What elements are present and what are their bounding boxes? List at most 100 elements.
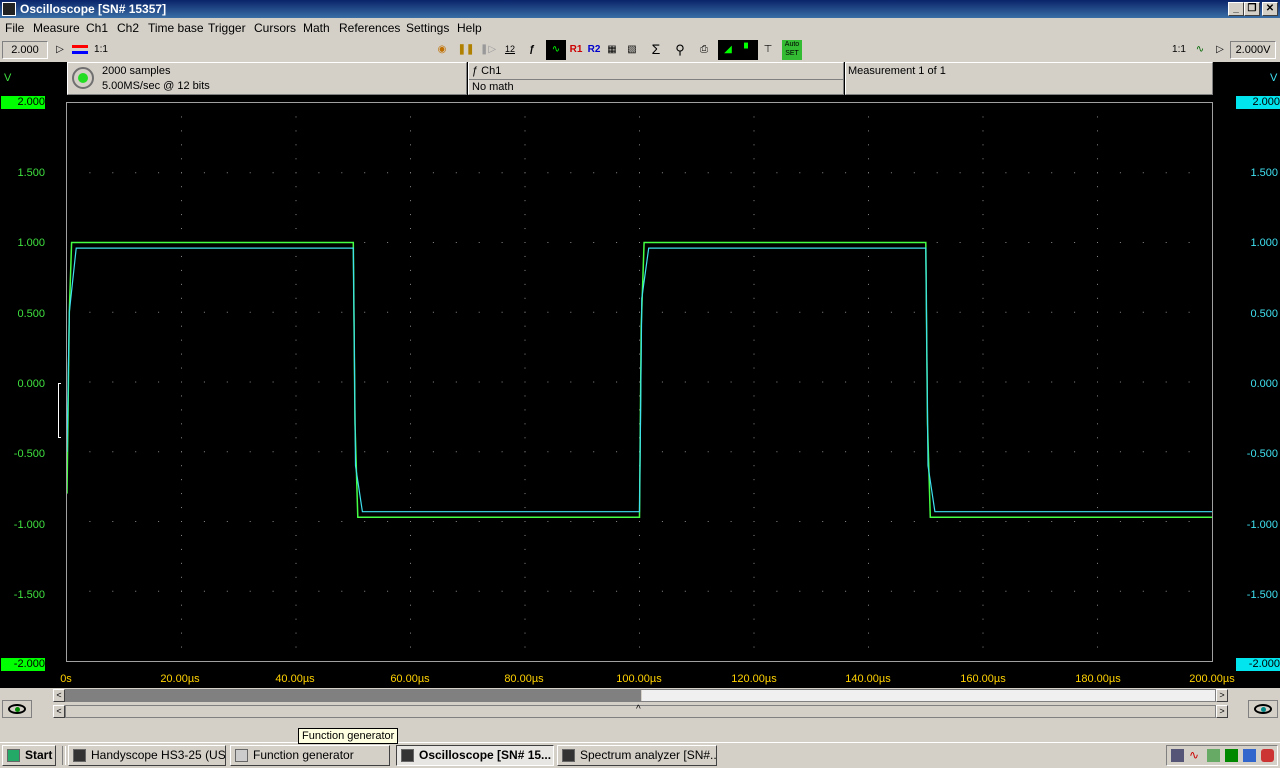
print-icon[interactable]: ⎙ [694, 40, 714, 60]
channel-display-icon[interactable]: ∿ [546, 40, 566, 60]
menu-math[interactable]: Math [303, 21, 330, 35]
reference-2-button[interactable]: R2 [584, 40, 604, 60]
record-icon[interactable]: ◉ [432, 40, 452, 60]
task-spectrum-analyzer[interactable]: Spectrum analyzer [SN#... [557, 745, 717, 766]
battery-icon[interactable] [1225, 749, 1238, 762]
y-tick-right: 0.000 [1250, 378, 1278, 390]
scroll-right-arrow[interactable]: > [1216, 689, 1228, 702]
grid-dot [181, 604, 182, 606]
grid-dot [799, 521, 801, 522]
menu-ch2[interactable]: Ch2 [117, 21, 139, 35]
zoom-right-arrow[interactable]: > [1216, 705, 1228, 718]
grid-dot [890, 521, 892, 522]
menu-help[interactable]: Help [457, 21, 482, 35]
menu-settings[interactable]: Settings [406, 21, 449, 35]
y-top-label-right[interactable]: 2.000 [1236, 96, 1280, 109]
grid-dot [570, 311, 572, 313]
y-top-label-left[interactable]: 2.000 [1, 96, 45, 109]
xy-mode-icon[interactable]: ▦ [602, 40, 622, 60]
taskbar: Start Handyscope HS3-25 (US... Function … [0, 742, 1280, 768]
menu-cursors[interactable]: Cursors [254, 21, 296, 35]
ch1-color-icon[interactable] [70, 40, 90, 60]
scroll-left-arrow[interactable]: < [53, 689, 65, 702]
grid-dot [593, 172, 595, 174]
signal-icon[interactable]: ∿ [1189, 749, 1202, 762]
task-handyscope[interactable]: Handyscope HS3-25 (US... [68, 745, 226, 766]
grid-dot [661, 451, 663, 453]
marker-icon[interactable]: ⊤ [758, 40, 778, 60]
grid-dot [1188, 381, 1190, 383]
start-button[interactable]: Start [2, 745, 56, 766]
grid-dot [203, 381, 205, 383]
grid-dot [593, 451, 595, 453]
grid-dot [524, 200, 526, 202]
menu-file[interactable]: File [5, 21, 24, 35]
y-bottom-label-left[interactable]: -2.000 [1, 658, 45, 671]
network-icon[interactable] [1171, 749, 1184, 762]
grid-dot [639, 228, 640, 230]
task-oscilloscope[interactable]: Oscilloscope [SN# 15... [396, 745, 554, 766]
security-shield-icon[interactable] [1261, 749, 1274, 762]
time-scrollbar[interactable] [65, 689, 1216, 702]
minimize-button[interactable]: _ [1228, 2, 1244, 16]
record-length-icon[interactable]: 12 [500, 40, 520, 60]
ch2-trigger-icon[interactable]: ▷ [1210, 40, 1230, 60]
ch2-coupling-icon[interactable]: ∿ [1190, 40, 1210, 60]
menu-ch1[interactable]: Ch1 [86, 21, 108, 35]
grid-dot [982, 214, 984, 216]
grid-dot [547, 242, 549, 243]
menu-time-base[interactable]: Time base [148, 21, 204, 35]
app-icon[interactable] [2, 2, 16, 16]
close-button[interactable]: ✕ [1262, 2, 1278, 16]
grid-dot [639, 367, 640, 369]
menu-bar: File Measure Ch1 Ch2 Time base Trigger C… [0, 18, 1280, 38]
grid-dot [181, 590, 182, 592]
plot-area[interactable] [66, 102, 1213, 662]
task-function-generator[interactable]: Function generator [230, 745, 390, 766]
menu-trigger[interactable]: Trigger [208, 21, 246, 35]
usb-icon[interactable] [1207, 749, 1220, 762]
pause-icon[interactable]: ❚❚ [456, 40, 476, 60]
eye-right-icon[interactable] [1248, 700, 1278, 718]
ch1-trigger-icon[interactable]: ▷ [50, 40, 70, 60]
scroll-area: < > < ^ > [0, 688, 1280, 722]
grid-dot [1097, 618, 1098, 620]
menu-measure[interactable]: Measure [33, 21, 80, 35]
ch2-range-field[interactable]: 2.000V [1230, 41, 1276, 59]
persistence-icon[interactable]: ◢ [718, 40, 738, 60]
grid-dot [1074, 242, 1076, 243]
ch1-range-field[interactable]: 2.000 [2, 41, 48, 59]
grid-dot [272, 311, 274, 313]
grid-dot [1165, 590, 1167, 592]
grid-dot [753, 172, 755, 174]
scrollbar-thumb[interactable] [66, 690, 641, 701]
trigger-level-marker[interactable] [58, 383, 61, 438]
eye-left-icon[interactable] [2, 700, 32, 718]
reference-1-button[interactable]: R1 [566, 40, 586, 60]
zoom-icon[interactable]: ⚲ [670, 40, 690, 60]
step-display-icon[interactable]: ▘ [738, 40, 758, 60]
restore-button[interactable]: ❐ [1244, 2, 1260, 16]
grid-dot [570, 521, 572, 522]
display-icon[interactable] [1243, 749, 1256, 762]
math-text: No math [472, 81, 514, 93]
grid-dot [822, 521, 824, 522]
menu-references[interactable]: References [339, 21, 400, 35]
grid-dot [478, 172, 480, 174]
zoom-left-arrow[interactable]: < [53, 705, 65, 718]
grid-dot [341, 521, 343, 522]
grid-dot [890, 311, 892, 313]
single-shot-icon[interactable]: ❚▷ [478, 40, 498, 60]
autoset-button[interactable]: Auto SET [782, 40, 802, 60]
zoom-scrollbar[interactable]: ^ [65, 704, 1216, 718]
ch1-probe-ratio-button[interactable]: 1:1 [90, 40, 112, 60]
y-tick-left: -1.500 [13, 589, 45, 601]
trigger-edge-icon[interactable]: ƒ [522, 40, 542, 60]
y-bottom-label-right[interactable]: -2.000 [1236, 658, 1280, 671]
grid-dot [639, 283, 640, 285]
grid-dot [112, 381, 114, 383]
split-view-icon[interactable]: ▧ [622, 40, 642, 60]
sum-icon[interactable]: Σ [646, 40, 666, 60]
grid-dot [890, 381, 892, 383]
ch2-probe-ratio-button[interactable]: 1:1 [1168, 40, 1190, 60]
